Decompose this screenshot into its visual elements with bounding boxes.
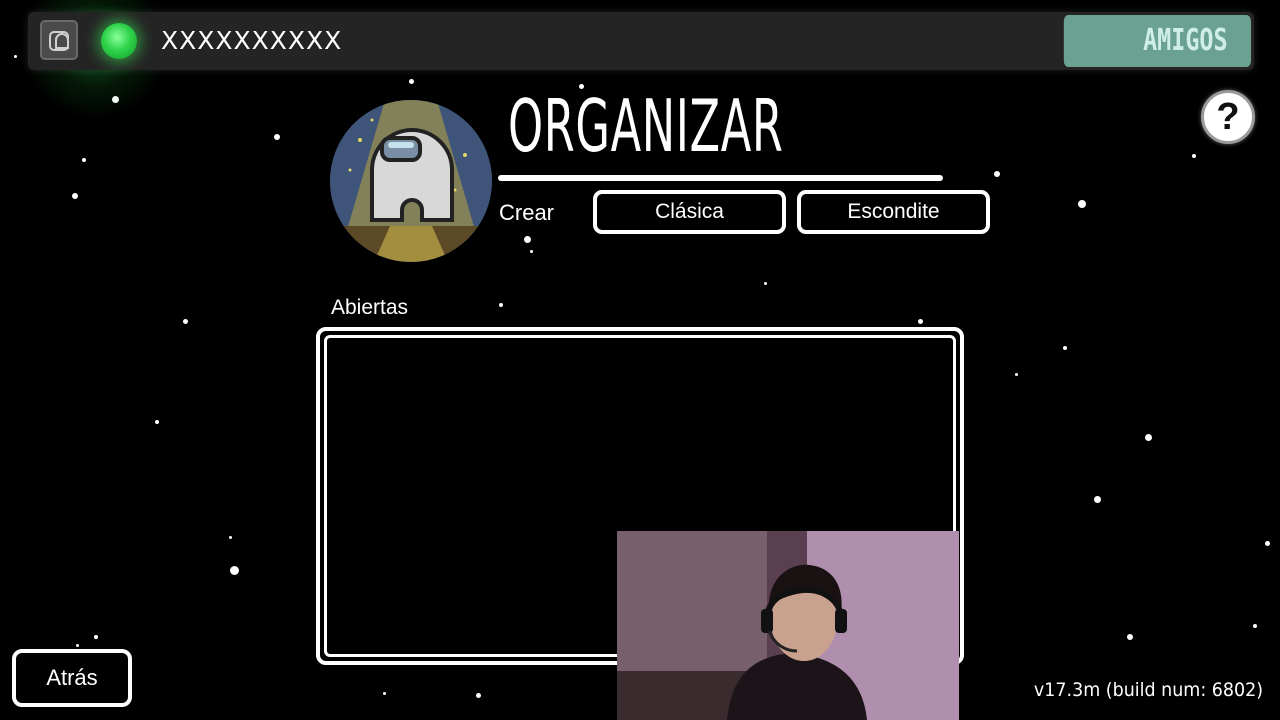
- star: [1145, 434, 1152, 441]
- star: [94, 635, 98, 639]
- star: [499, 303, 503, 307]
- star: [72, 193, 78, 199]
- star: [1192, 154, 1196, 158]
- hide-and-seek-button[interactable]: Escondite: [797, 190, 990, 234]
- star: [82, 158, 86, 162]
- open-games-label: Abiertas: [331, 296, 409, 319]
- webcam-overlay: [617, 531, 959, 720]
- player-name: XXXXXXXXXX: [161, 26, 343, 55]
- help-icon: ?: [1216, 96, 1240, 138]
- title-underline: [498, 175, 943, 181]
- friends-button[interactable]: AMIGOS: [1063, 15, 1251, 67]
- star: [1127, 634, 1133, 640]
- star: [524, 236, 531, 243]
- star: [14, 55, 17, 58]
- webcam-person-image: [617, 531, 959, 720]
- crewmate-avatar: [330, 100, 492, 262]
- classic-mode-button[interactable]: Clásica: [593, 190, 786, 234]
- star: [476, 693, 481, 698]
- back-button[interactable]: Atrás: [12, 649, 132, 707]
- account-button[interactable]: [40, 20, 78, 60]
- star: [112, 96, 119, 103]
- account-icon: [49, 31, 69, 51]
- star: [764, 282, 767, 285]
- star: [994, 171, 1000, 177]
- star: [183, 319, 188, 324]
- help-button[interactable]: ?: [1201, 90, 1255, 144]
- star: [1253, 624, 1257, 628]
- star: [76, 644, 79, 647]
- star: [229, 536, 232, 539]
- star: [409, 79, 414, 84]
- create-label: Crear: [499, 200, 555, 225]
- online-status-indicator: [101, 23, 137, 59]
- star: [1063, 346, 1067, 350]
- star: [155, 420, 159, 424]
- star: [1015, 373, 1018, 376]
- game-screen: XXXXXXXXXX AMIGOS ? ORGANIZAR Crear Clás…: [0, 0, 1280, 720]
- top-bar: XXXXXXXXXX AMIGOS: [28, 12, 1254, 70]
- star: [274, 134, 280, 140]
- star: [230, 566, 239, 575]
- star: [1078, 200, 1086, 208]
- version-label: v17.3m (build num: 6802): [1033, 679, 1263, 701]
- star: [918, 319, 923, 324]
- star: [1265, 541, 1270, 546]
- star: [530, 250, 533, 253]
- star: [383, 692, 386, 695]
- page-title: ORGANIZAR: [508, 84, 784, 168]
- crewmate-icon: [330, 100, 492, 262]
- star: [1094, 496, 1101, 503]
